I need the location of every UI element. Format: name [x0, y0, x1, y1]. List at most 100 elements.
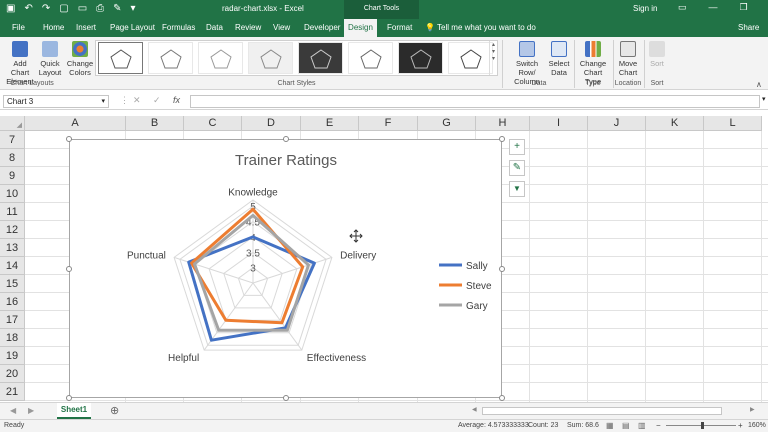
chart-styles-button[interactable]: ✎: [509, 160, 525, 176]
radar-chart[interactable]: Trainer Ratings Knowledge Delivery Effecti…: [69, 139, 502, 398]
row-header-14[interactable]: 14: [0, 257, 25, 275]
category-label[interactable]: Effectiveness: [307, 353, 366, 364]
category-label[interactable]: Punctual: [127, 251, 166, 262]
collapse-ribbon-icon[interactable]: ∧: [756, 80, 762, 89]
move-chart-button[interactable]: Move Chart: [616, 41, 640, 77]
column-header-l[interactable]: L: [704, 116, 762, 131]
redo-icon[interactable]: ↷: [42, 3, 50, 14]
zoom-in-icon[interactable]: +: [738, 421, 743, 430]
tab-view[interactable]: View: [273, 23, 290, 32]
column-header-a[interactable]: A: [25, 116, 126, 131]
chart-title[interactable]: Trainer Ratings: [235, 152, 337, 169]
change-colors-button[interactable]: Change Colors: [66, 41, 94, 77]
tab-format[interactable]: Format: [387, 23, 412, 32]
chart-style-5[interactable]: [298, 42, 343, 74]
formula-input[interactable]: [190, 95, 760, 108]
legend-label[interactable]: Gary: [466, 301, 488, 312]
row-header-8[interactable]: 8: [0, 149, 25, 167]
tab-data[interactable]: Data: [206, 23, 223, 32]
category-label[interactable]: Delivery: [340, 251, 376, 262]
chart-style-1[interactable]: [98, 42, 143, 74]
enter-icon[interactable]: ✓: [153, 95, 161, 106]
column-header-g[interactable]: G: [418, 116, 476, 131]
resize-handle-w[interactable]: [66, 266, 72, 272]
chart-legend[interactable]: Sally Steve Gary: [439, 261, 492, 312]
legend-label[interactable]: Steve: [466, 281, 492, 292]
row-header-11[interactable]: 11: [0, 203, 25, 221]
restore-icon[interactable]: ❐: [740, 2, 748, 13]
next-sheet-icon[interactable]: ▶: [28, 406, 34, 415]
chart-elements-button[interactable]: +: [509, 139, 525, 155]
row-header-12[interactable]: 12: [0, 221, 25, 239]
row-header-13[interactable]: 13: [0, 239, 25, 257]
save-icon[interactable]: ▣: [6, 3, 15, 14]
row-header-15[interactable]: 15: [0, 275, 25, 293]
add-sheet-icon[interactable]: ⊕: [110, 404, 119, 417]
normal-view-icon[interactable]: ▦: [606, 421, 614, 430]
sign-in-link[interactable]: Sign in: [633, 4, 657, 13]
column-header-f[interactable]: F: [359, 116, 418, 131]
ribbon-display-icon[interactable]: ▭: [678, 2, 687, 13]
chart-filters-button[interactable]: ▼: [509, 181, 525, 197]
chart-style-2[interactable]: [148, 42, 193, 74]
legend-label[interactable]: Sally: [466, 261, 488, 272]
row-header-10[interactable]: 10: [0, 185, 25, 203]
undo-icon[interactable]: ↶: [24, 3, 32, 14]
row-header-20[interactable]: 20: [0, 365, 25, 383]
resize-handle-se[interactable]: [499, 395, 505, 401]
row-header-16[interactable]: 16: [0, 293, 25, 311]
category-label[interactable]: Helpful: [168, 353, 199, 364]
new-file-icon[interactable]: ▢: [59, 3, 68, 14]
row-header-7[interactable]: 7: [0, 131, 25, 149]
resize-handle-sw[interactable]: [66, 395, 72, 401]
minimize-icon[interactable]: —: [709, 2, 718, 13]
tab-home[interactable]: Home: [43, 23, 64, 32]
zoom-slider-thumb[interactable]: [701, 422, 704, 429]
resize-handle-n[interactable]: [283, 136, 289, 142]
row-header-18[interactable]: 18: [0, 329, 25, 347]
column-header-i[interactable]: I: [530, 116, 588, 131]
column-header-e[interactable]: E: [301, 116, 359, 131]
tab-developer[interactable]: Developer: [304, 23, 340, 32]
chart-style-8[interactable]: [448, 42, 493, 74]
chart-style-3[interactable]: [198, 42, 243, 74]
row-header-17[interactable]: 17: [0, 311, 25, 329]
row-header-19[interactable]: 19: [0, 347, 25, 365]
select-data-button[interactable]: Select Data: [548, 41, 570, 77]
print-icon[interactable]: ⎙: [96, 3, 104, 14]
resize-handle-nw[interactable]: [66, 136, 72, 142]
open-icon[interactable]: ▭: [78, 3, 87, 14]
expand-formula-icon[interactable]: ▾: [762, 95, 766, 103]
name-box-dropdown-icon[interactable]: ▾: [101, 96, 105, 107]
horizontal-scrollbar[interactable]: [482, 407, 722, 415]
scroll-right-icon[interactable]: ▶: [750, 406, 755, 413]
column-header-k[interactable]: K: [646, 116, 704, 131]
column-header-c[interactable]: C: [184, 116, 242, 131]
zoom-level[interactable]: 160%: [748, 422, 766, 429]
chart-style-6[interactable]: [348, 42, 393, 74]
tab-insert[interactable]: Insert: [76, 23, 96, 32]
chart-style-4[interactable]: [248, 42, 293, 74]
insert-function-button[interactable]: fx: [173, 95, 180, 105]
resize-handle-ne[interactable]: [499, 136, 505, 142]
chart-style-7[interactable]: [398, 42, 443, 74]
prev-sheet-icon[interactable]: ◀: [10, 406, 16, 415]
column-header-h[interactable]: H: [476, 116, 530, 131]
column-header-j[interactable]: J: [588, 116, 646, 131]
sheet-tab-sheet1[interactable]: Sheet1: [57, 403, 91, 419]
gallery-scroll[interactable]: ▴ ▾ ▾: [489, 41, 497, 75]
resize-handle-e[interactable]: [499, 266, 505, 272]
tell-me-box[interactable]: 💡 Tell me what you want to do: [425, 23, 536, 32]
row-header-21[interactable]: 21: [0, 383, 25, 401]
tab-page-layout[interactable]: Page Layout: [110, 23, 155, 32]
select-all-corner[interactable]: ◢: [0, 116, 25, 131]
quick-layout-button[interactable]: Quick Layout: [37, 41, 63, 77]
page-break-view-icon[interactable]: ▥: [638, 421, 646, 430]
tab-review[interactable]: Review: [235, 23, 261, 32]
column-header-d[interactable]: D: [242, 116, 301, 131]
resize-handle-s[interactable]: [283, 395, 289, 401]
tab-design[interactable]: Design: [344, 19, 377, 37]
cancel-icon[interactable]: ✕: [133, 95, 141, 106]
category-label[interactable]: Knowledge: [228, 187, 278, 198]
scroll-left-icon[interactable]: ◀: [472, 406, 477, 413]
